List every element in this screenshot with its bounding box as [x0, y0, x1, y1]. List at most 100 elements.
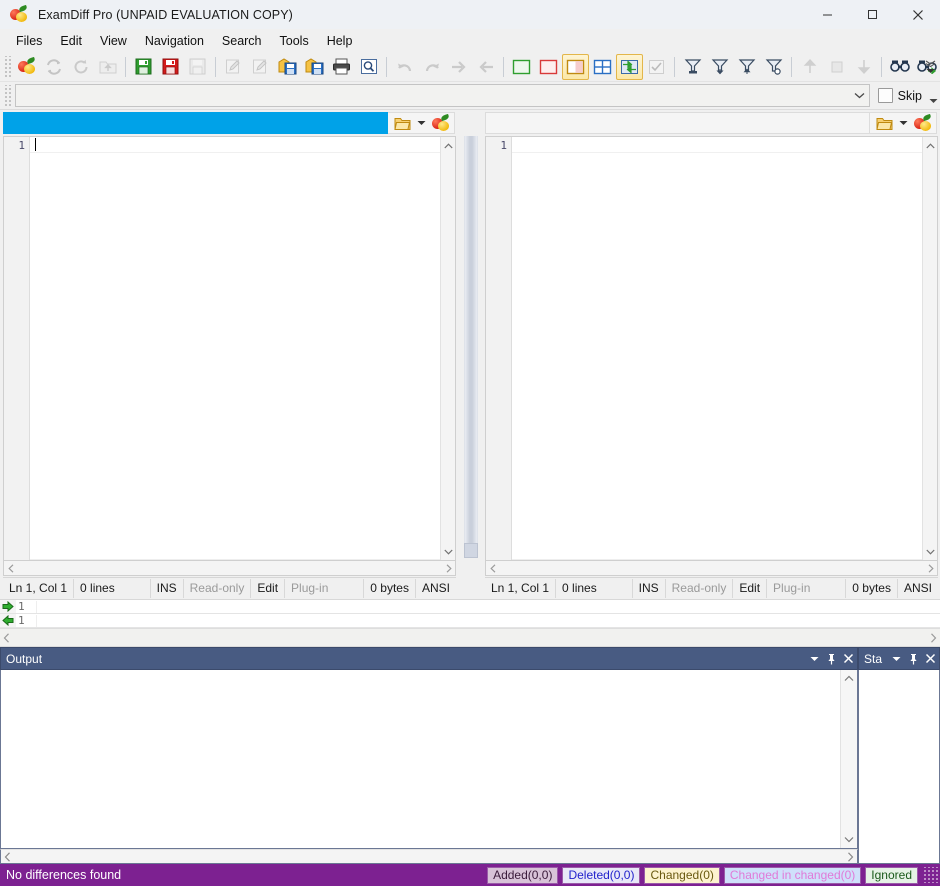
- copy-to-right-icon[interactable]: [301, 54, 328, 80]
- pane-splitter[interactable]: [458, 110, 482, 599]
- status-dock-body[interactable]: [858, 670, 940, 864]
- close-button[interactable]: [895, 0, 940, 29]
- show-identical-icon[interactable]: [589, 54, 616, 80]
- output-dock-body[interactable]: [0, 670, 858, 849]
- chevron-down-icon[interactable]: [415, 113, 427, 133]
- scroll-right-icon[interactable]: [927, 631, 940, 644]
- splitter-thumb[interactable]: [464, 543, 478, 558]
- menu-files[interactable]: Files: [7, 30, 51, 52]
- refresh-compare-icon[interactable]: [67, 54, 94, 80]
- right-editor-line-1[interactable]: [512, 137, 922, 153]
- chevron-down-icon[interactable]: [806, 648, 823, 669]
- filter-all-icon[interactable]: [679, 54, 706, 80]
- save-right-icon[interactable]: [157, 54, 184, 80]
- edit-left-icon[interactable]: [220, 54, 247, 80]
- menu-search[interactable]: Search: [213, 30, 271, 52]
- right-file-path[interactable]: [485, 112, 870, 134]
- filter-combo[interactable]: [15, 84, 870, 107]
- filter-up-icon[interactable]: [733, 54, 760, 80]
- undo-icon[interactable]: [391, 54, 418, 80]
- scroll-up-icon[interactable]: [442, 139, 455, 152]
- check-icon[interactable]: [643, 54, 670, 80]
- scroll-right-icon[interactable]: [924, 562, 937, 575]
- scroll-left-icon[interactable]: [4, 562, 17, 575]
- left-editor[interactable]: 1: [3, 136, 456, 561]
- save-as-icon[interactable]: [184, 54, 211, 80]
- scroll-right-icon[interactable]: [844, 850, 857, 863]
- copy-to-left-icon[interactable]: [274, 54, 301, 80]
- toolbar-overflow-button[interactable]: [922, 52, 938, 81]
- chevron-down-icon[interactable]: [850, 86, 869, 105]
- output-horizontal-scrollbar[interactable]: [0, 849, 858, 864]
- arrow-right-green-icon[interactable]: [0, 600, 16, 613]
- left-horizontal-scrollbar[interactable]: [3, 561, 456, 576]
- scroll-left-icon[interactable]: [1, 850, 14, 863]
- sync-scroll-icon[interactable]: [616, 53, 643, 80]
- open-folder-up-icon[interactable]: [94, 54, 121, 80]
- maximize-button[interactable]: [850, 0, 895, 29]
- filter-toolbar-grip[interactable]: [3, 84, 11, 107]
- open-folder-icon[interactable]: [391, 113, 413, 133]
- save-left-icon[interactable]: [130, 54, 157, 80]
- redo-icon[interactable]: [418, 54, 445, 80]
- recompare-icon[interactable]: [40, 54, 67, 80]
- scroll-left-icon[interactable]: [0, 631, 13, 644]
- status-dock-text[interactable]: [859, 670, 939, 863]
- examdiff-fruit-icon[interactable]: [911, 113, 933, 133]
- right-horizontal-scrollbar[interactable]: [485, 561, 938, 576]
- compare-files-icon[interactable]: [13, 54, 40, 80]
- menu-help[interactable]: Help: [318, 30, 362, 52]
- output-text[interactable]: [1, 670, 840, 848]
- scroll-right-icon[interactable]: [442, 562, 455, 575]
- menu-edit[interactable]: Edit: [51, 30, 91, 52]
- scroll-up-icon[interactable]: [843, 672, 856, 685]
- nav-row-previous[interactable]: 1: [0, 614, 940, 628]
- menu-navigation[interactable]: Navigation: [136, 30, 213, 52]
- right-vertical-scrollbar[interactable]: [922, 137, 937, 560]
- scroll-down-icon[interactable]: [924, 545, 937, 558]
- chevron-down-icon[interactable]: [888, 648, 905, 669]
- copy-block-left-icon[interactable]: [472, 54, 499, 80]
- window-resize-grip[interactable]: [924, 867, 938, 883]
- close-icon[interactable]: [840, 648, 857, 669]
- print-preview-icon[interactable]: [355, 54, 382, 80]
- left-vertical-scrollbar[interactable]: [440, 137, 455, 560]
- show-added-icon[interactable]: [508, 54, 535, 80]
- arrow-down-icon[interactable]: [850, 54, 877, 80]
- scroll-up-icon[interactable]: [924, 139, 937, 152]
- arrow-up-icon[interactable]: [796, 54, 823, 80]
- pin-icon[interactable]: [823, 648, 840, 669]
- stop-icon[interactable]: [823, 54, 850, 80]
- filter-toolbar-overflow-button[interactable]: [926, 84, 940, 107]
- right-editor-text[interactable]: [512, 137, 922, 560]
- skip-checkbox[interactable]: [877, 88, 893, 103]
- edit-right-icon[interactable]: [247, 54, 274, 80]
- menu-tools[interactable]: Tools: [271, 30, 318, 52]
- nav-row-next[interactable]: 1: [0, 600, 940, 614]
- close-icon[interactable]: [922, 648, 939, 669]
- minimize-button[interactable]: [805, 0, 850, 29]
- filter-down-icon[interactable]: [706, 54, 733, 80]
- arrow-left-green-icon[interactable]: [0, 614, 16, 627]
- scroll-down-icon[interactable]: [843, 833, 856, 846]
- menu-view[interactable]: View: [91, 30, 136, 52]
- output-vertical-scrollbar[interactable]: [840, 670, 857, 848]
- show-deleted-icon[interactable]: [535, 54, 562, 80]
- nav-horizontal-scrollbar[interactable]: [0, 628, 940, 647]
- find-icon[interactable]: [886, 54, 913, 80]
- print-icon[interactable]: [328, 54, 355, 80]
- skip-toggle[interactable]: Skip: [870, 88, 926, 103]
- right-editor[interactable]: 1: [485, 136, 938, 561]
- filter-clear-icon[interactable]: [760, 54, 787, 80]
- examdiff-fruit-icon[interactable]: [429, 113, 451, 133]
- copy-block-right-icon[interactable]: [445, 54, 472, 80]
- show-changed-icon[interactable]: [562, 53, 589, 80]
- pin-icon[interactable]: [905, 648, 922, 669]
- left-file-path[interactable]: [3, 112, 388, 134]
- toolbar-grip[interactable]: [3, 55, 11, 78]
- left-editor-text[interactable]: [30, 137, 440, 560]
- open-folder-icon[interactable]: [873, 113, 895, 133]
- scroll-down-icon[interactable]: [442, 545, 455, 558]
- left-editor-line-1[interactable]: [30, 137, 440, 153]
- scroll-left-icon[interactable]: [486, 562, 499, 575]
